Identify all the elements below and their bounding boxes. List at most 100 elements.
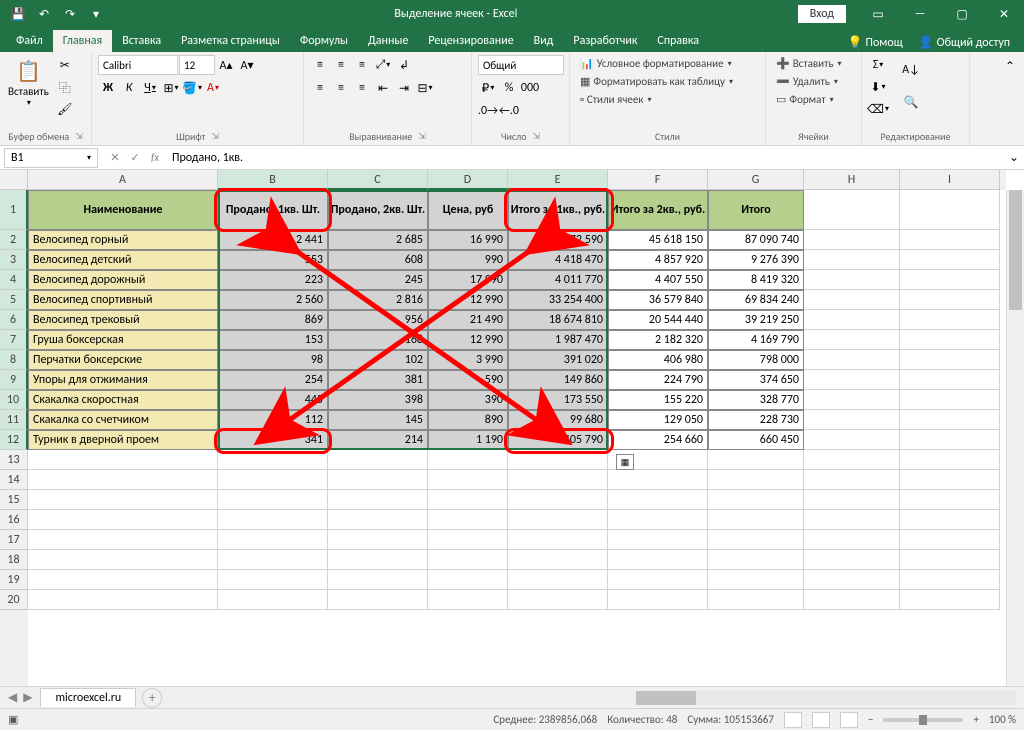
cell[interactable]: 328 770 xyxy=(708,390,804,410)
cell[interactable] xyxy=(508,450,608,470)
view-break-icon[interactable] xyxy=(840,712,858,728)
cell[interactable]: 8 419 320 xyxy=(708,270,804,290)
formula-input[interactable] xyxy=(168,151,1004,165)
cell[interactable] xyxy=(804,570,900,590)
cell[interactable] xyxy=(328,570,428,590)
cell[interactable]: 39 219 250 xyxy=(708,310,804,330)
cell[interactable]: 41 472 590 xyxy=(508,230,608,250)
cell[interactable]: 445 xyxy=(218,390,328,410)
col-header-F[interactable]: F xyxy=(608,170,708,190)
col-header-G[interactable]: G xyxy=(708,170,804,190)
cell[interactable] xyxy=(804,330,900,350)
cell[interactable] xyxy=(708,490,804,510)
cell[interactable]: 2 560 xyxy=(218,290,328,310)
tab-help[interactable]: Справка xyxy=(647,30,709,52)
cell[interactable]: 590 xyxy=(428,370,508,390)
ribbon-options-icon[interactable]: ▭ xyxy=(858,0,898,28)
row-header-2[interactable]: 2 xyxy=(0,230,28,250)
cell[interactable]: 18 674 810 xyxy=(508,310,608,330)
cell[interactable] xyxy=(608,490,708,510)
copy-icon[interactable]: ⿻ xyxy=(55,77,75,97)
view-normal-icon[interactable] xyxy=(784,712,802,728)
cell[interactable]: Велосипед трековый xyxy=(28,310,218,330)
font-size-select[interactable] xyxy=(179,55,215,75)
cell[interactable] xyxy=(28,530,218,550)
row-header-16[interactable]: 16 xyxy=(0,510,28,530)
cell[interactable] xyxy=(218,550,328,570)
cond-format-button[interactable]: 📊 Условное форматирование▾ xyxy=(576,55,736,72)
cell[interactable]: 9 276 390 xyxy=(708,250,804,270)
align-mid-icon[interactable]: ≡ xyxy=(331,55,351,75)
cell[interactable]: 2 685 xyxy=(328,230,428,250)
cell[interactable] xyxy=(900,530,1000,550)
cell[interactable] xyxy=(428,470,508,490)
format-painter-icon[interactable]: 🖌 xyxy=(55,99,75,119)
redo-icon[interactable]: ↷ xyxy=(60,4,80,24)
cell[interactable] xyxy=(328,510,428,530)
cell[interactable] xyxy=(804,270,900,290)
row-header-6[interactable]: 6 xyxy=(0,310,28,330)
cell[interactable]: Велосипед дорожный xyxy=(28,270,218,290)
fill-color-icon[interactable]: 🪣▾ xyxy=(182,78,202,98)
align-left-icon[interactable]: ≡ xyxy=(310,78,330,98)
cell[interactable] xyxy=(508,530,608,550)
cell[interactable] xyxy=(900,250,1000,270)
share-button[interactable]: 👤 Общий доступ xyxy=(913,33,1016,52)
cell[interactable] xyxy=(608,570,708,590)
cell[interactable]: 869 xyxy=(218,310,328,330)
sort-filter-icon[interactable]: A↓ xyxy=(896,55,926,85)
cell[interactable]: 87 090 740 xyxy=(708,230,804,250)
col-header-B[interactable]: B xyxy=(218,170,328,190)
cell[interactable] xyxy=(508,570,608,590)
cell[interactable]: 33 254 400 xyxy=(508,290,608,310)
cell[interactable] xyxy=(328,590,428,610)
cell[interactable] xyxy=(804,190,900,230)
cell[interactable] xyxy=(218,490,328,510)
cell[interactable] xyxy=(608,590,708,610)
align-launcher-icon[interactable]: ⇲ xyxy=(418,131,426,142)
indent-inc-icon[interactable]: ⇥ xyxy=(394,78,414,98)
cell[interactable]: 990 xyxy=(428,250,508,270)
percent-icon[interactable]: % xyxy=(499,78,519,98)
cell[interactable]: 608 xyxy=(328,250,428,270)
insert-cells-button[interactable]: ➕ Вставить▾ xyxy=(772,55,846,72)
cell[interactable] xyxy=(428,450,508,470)
cell[interactable] xyxy=(900,370,1000,390)
cell[interactable]: Велосипед горный xyxy=(28,230,218,250)
cell[interactable]: 214 xyxy=(328,430,428,450)
expand-formula-icon[interactable]: ⌄ xyxy=(1004,148,1024,168)
cell[interactable]: Продано, 2кв. Шт. xyxy=(328,190,428,230)
cell[interactable]: 890 xyxy=(428,410,508,430)
cell[interactable]: 168 xyxy=(328,330,428,350)
cell[interactable]: 20 544 440 xyxy=(608,310,708,330)
name-box[interactable]: B1▾ xyxy=(4,148,98,168)
cancel-formula-icon[interactable]: ✕ xyxy=(106,149,124,167)
cell[interactable]: Груша боксерская xyxy=(28,330,218,350)
cell[interactable]: 398 xyxy=(328,390,428,410)
cell[interactable]: 12 990 xyxy=(428,330,508,350)
close-icon[interactable]: ✕ xyxy=(984,0,1024,28)
cell[interactable]: 2 816 xyxy=(328,290,428,310)
row-header-8[interactable]: 8 xyxy=(0,350,28,370)
cell[interactable]: 112 xyxy=(218,410,328,430)
col-header-C[interactable]: C xyxy=(328,170,428,190)
row-header-3[interactable]: 3 xyxy=(0,250,28,270)
qat-customize-icon[interactable]: ▾ xyxy=(86,4,106,24)
cell[interactable] xyxy=(804,530,900,550)
cell[interactable]: 129 050 xyxy=(608,410,708,430)
fx-icon[interactable]: fx xyxy=(146,149,164,167)
minimize-icon[interactable]: — xyxy=(900,0,940,28)
sheet-nav-prev-icon[interactable]: ◀ xyxy=(8,690,17,705)
format-cells-button[interactable]: ▭ Формат▾ xyxy=(772,91,838,108)
cell[interactable] xyxy=(328,470,428,490)
cell[interactable] xyxy=(428,510,508,530)
cell[interactable]: Перчатки боксерские xyxy=(28,350,218,370)
cell[interactable]: 660 450 xyxy=(708,430,804,450)
row-header-18[interactable]: 18 xyxy=(0,550,28,570)
clear-icon[interactable]: ⌫▾ xyxy=(868,99,888,119)
row-header-19[interactable]: 19 xyxy=(0,570,28,590)
zoom-out-icon[interactable]: − xyxy=(868,713,873,726)
tab-layout[interactable]: Разметка страницы xyxy=(171,30,290,52)
cell[interactable]: Турник в дверной проем xyxy=(28,430,218,450)
cell[interactable] xyxy=(428,490,508,510)
